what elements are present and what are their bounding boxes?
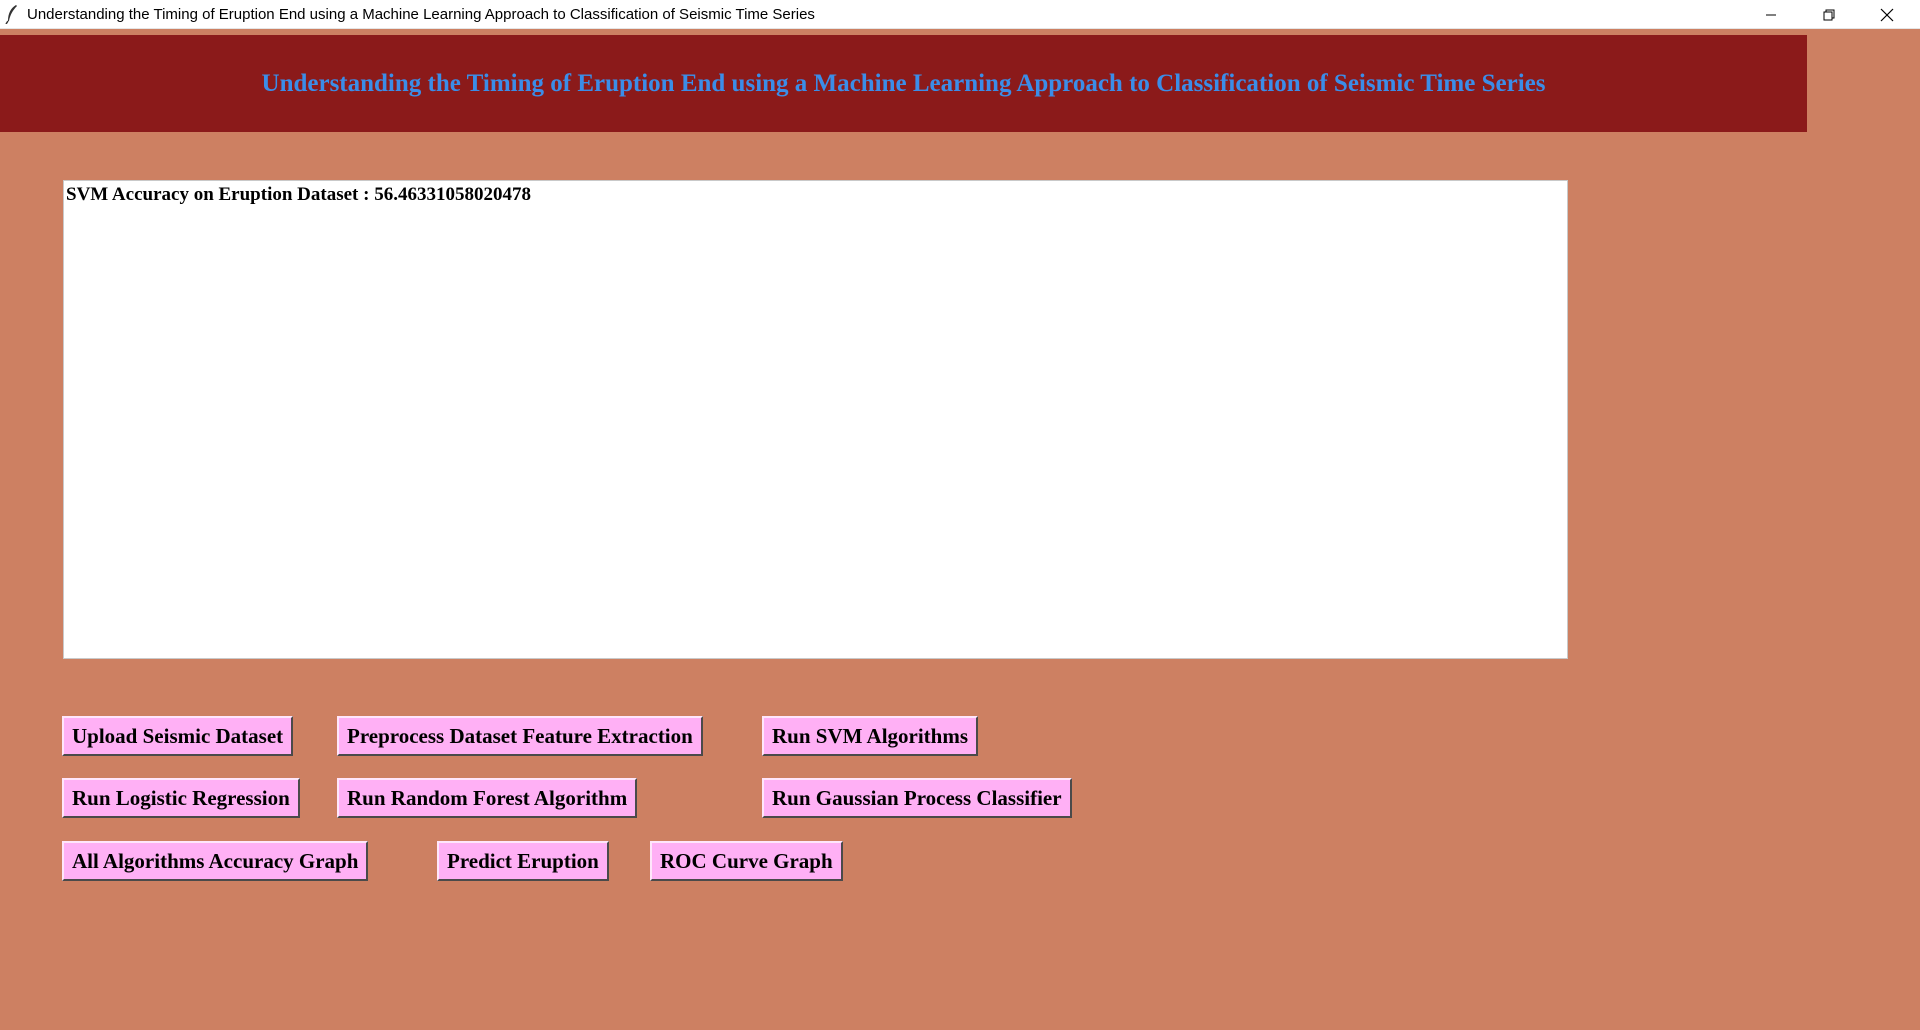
window-title: Understanding the Timing of Eruption End… — [27, 6, 815, 23]
output-text-area[interactable]: SVM Accuracy on Eruption Dataset : 56.46… — [63, 180, 1568, 659]
feather-icon — [5, 5, 17, 24]
roc-curve-button[interactable]: ROC Curve Graph — [650, 841, 843, 881]
predict-eruption-button[interactable]: Predict Eruption — [437, 841, 609, 881]
run-logistic-regression-button[interactable]: Run Logistic Regression — [62, 778, 300, 818]
minimize-button[interactable] — [1742, 0, 1800, 29]
minimize-icon — [1766, 14, 1776, 15]
run-svm-button[interactable]: Run SVM Algorithms — [762, 716, 979, 756]
run-random-forest-button[interactable]: Run Random Forest Algorithm — [337, 778, 638, 818]
run-gaussian-process-button[interactable]: Run Gaussian Process Classifier — [762, 778, 1072, 818]
close-icon — [1880, 8, 1894, 21]
accuracy-graph-button[interactable]: All Algorithms Accuracy Graph — [62, 841, 369, 881]
close-button[interactable] — [1858, 0, 1916, 29]
upload-dataset-button[interactable]: Upload Seismic Dataset — [62, 716, 294, 756]
page-title: Understanding the Timing of Eruption End… — [261, 70, 1546, 97]
preprocess-dataset-button[interactable]: Preprocess Dataset Feature Extraction — [337, 716, 703, 756]
window-titlebar: Understanding the Timing of Eruption End… — [0, 0, 1920, 29]
restore-button[interactable] — [1800, 0, 1858, 29]
header-banner: Understanding the Timing of Eruption End… — [0, 35, 1807, 132]
restore-icon — [1823, 9, 1835, 20]
